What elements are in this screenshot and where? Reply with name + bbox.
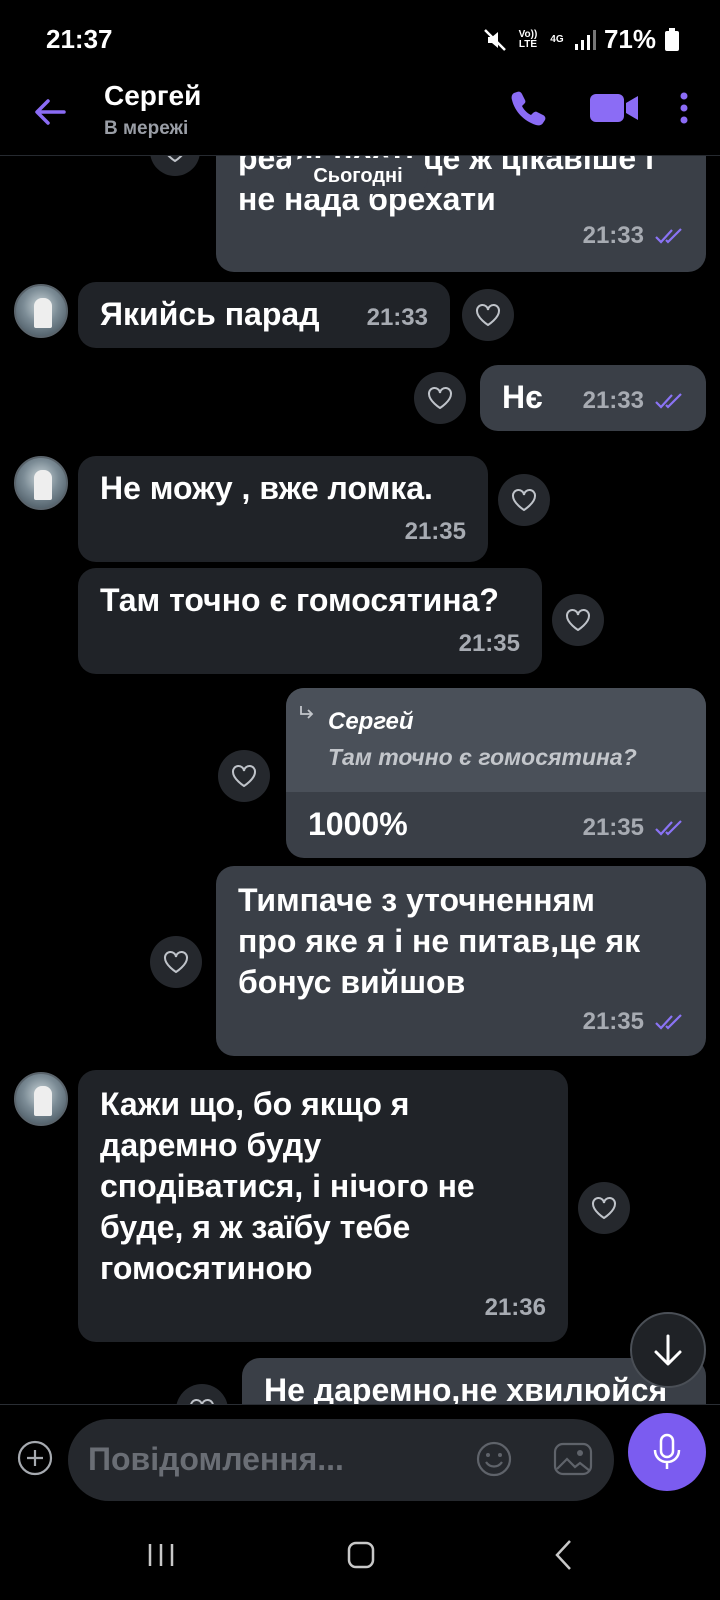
heart-icon: [592, 1197, 616, 1220]
like-button[interactable]: [552, 594, 604, 646]
message-input-placeholder: Повідомлення...: [88, 1441, 344, 1477]
like-button[interactable]: [150, 936, 202, 988]
contact-status: В мережі: [104, 118, 189, 139]
message-text: Тимпаче з уточненням: [238, 882, 595, 918]
like-button[interactable]: [498, 474, 550, 526]
contact-avatar[interactable]: [14, 1072, 68, 1126]
attach-button[interactable]: [16, 1439, 54, 1477]
message-bubble-incoming[interactable]: Якийсь парад 21:33: [78, 282, 450, 348]
read-ticks-icon: [655, 820, 682, 836]
message-input[interactable]: Повідомлення...: [68, 1419, 614, 1501]
message-text: бонус вийшов: [238, 964, 466, 1000]
phone-icon: [511, 91, 546, 126]
message-text: Нє: [502, 379, 543, 415]
home-button[interactable]: [346, 1540, 376, 1575]
message-time: 21:33: [582, 387, 644, 414]
read-ticks-icon: [655, 1014, 682, 1030]
heart-icon: [428, 387, 452, 410]
emoji-button[interactable]: [474, 1439, 514, 1479]
status-icons: Vo)) LTE 4G 71%: [482, 24, 680, 55]
recent-apps-icon: [148, 1544, 174, 1566]
message-composer: Повідомлення...: [0, 1404, 720, 1520]
message-bubble-outgoing[interactable]: Тимпаче з уточненням про яке я і не пита…: [216, 866, 706, 1056]
contact-avatar[interactable]: [14, 284, 68, 338]
message-time: 21:33: [366, 304, 428, 331]
contact-name[interactable]: Сергей: [104, 80, 201, 112]
like-button[interactable]: [414, 372, 466, 424]
date-separator: Сьогодні: [288, 158, 428, 194]
message-time: 21:35: [458, 630, 520, 657]
like-button[interactable]: [150, 156, 200, 176]
video-camera-icon: [590, 94, 638, 122]
message-time: 21:35: [582, 814, 644, 841]
reply-arrow-icon: [300, 706, 314, 719]
voice-record-button[interactable]: [628, 1413, 706, 1491]
heart-icon: [164, 951, 188, 974]
quoted-message[interactable]: Сергей Там точно є гомосятина?: [286, 688, 706, 792]
smiley-icon: [476, 1441, 512, 1477]
microphone-icon: [653, 1433, 681, 1469]
plus-circle-icon: [17, 1440, 53, 1476]
like-button[interactable]: [462, 289, 514, 341]
battery-icon: [665, 27, 679, 51]
volte-label: Vo)) LTE: [518, 28, 538, 50]
chevron-left-icon: [555, 1540, 571, 1570]
heart-icon: [512, 489, 536, 512]
battery-percent: 71%: [603, 24, 656, 54]
message-text: Там точно є гомосятина?: [100, 582, 499, 618]
message-text: про яке я і не питав,це як: [238, 923, 641, 959]
message-text: Кажи що, бо якщо я: [100, 1086, 410, 1122]
scroll-to-bottom-button[interactable]: [630, 1312, 706, 1388]
read-ticks-icon: [655, 228, 682, 244]
video-call-button[interactable]: [588, 90, 640, 126]
arrow-down-icon: [654, 1334, 682, 1366]
status-time: 21:37: [46, 24, 113, 54]
message-bubble-incoming[interactable]: Кажи що, бо якщо я даремно буду сподіват…: [78, 1070, 568, 1342]
read-ticks-icon: [655, 393, 682, 409]
message-bubble-incoming[interactable]: Там точно є гомосятина? 21:35: [78, 568, 542, 674]
system-back-button[interactable]: [552, 1538, 576, 1577]
message-text: буде, я ж заїбу тебе: [100, 1209, 411, 1245]
quote-author: Сергей: [328, 708, 414, 735]
message-list[interactable]: реальності це ж цікавіше і не нада бреха…: [0, 156, 720, 1404]
image-icon: [553, 1442, 593, 1476]
recent-apps-button[interactable]: [146, 1540, 176, 1575]
like-button[interactable]: [578, 1182, 630, 1234]
heart-icon: [476, 304, 500, 327]
message-time: 21:36: [484, 1294, 546, 1321]
gallery-button[interactable]: [552, 1439, 594, 1479]
message-bubble-outgoing[interactable]: Нє 21:33: [480, 365, 706, 431]
back-arrow-icon: [35, 99, 66, 125]
kebab-menu-icon: [680, 92, 688, 124]
message-text: даремно буду: [100, 1127, 322, 1163]
message-bubble-incoming[interactable]: Не можу , вже ломка. 21:35: [78, 456, 488, 562]
heart-icon: [167, 156, 183, 163]
like-button[interactable]: [218, 750, 270, 802]
message-text: Не даремно,не хвилюйся: [264, 1372, 668, 1404]
heart-icon: [566, 609, 590, 632]
signal-icon: [574, 29, 596, 50]
status-bar: 21:37 Vo)) LTE 4G 71%: [0, 0, 720, 80]
system-navigation-bar: [0, 1520, 720, 1600]
message-time: 21:35: [582, 1008, 644, 1035]
message-text: гомосятиною: [100, 1250, 313, 1286]
message-time: 21:35: [404, 518, 466, 545]
network-label: 4G: [550, 33, 564, 45]
message-text: сподіватися, і нічого не: [100, 1168, 475, 1204]
call-button[interactable]: [508, 88, 548, 128]
contact-avatar[interactable]: [14, 456, 68, 510]
message-text: Якийсь парад: [100, 296, 320, 332]
message-time: 21:33: [582, 222, 644, 249]
message-bubble-reply[interactable]: Сергей Там точно є гомосятина? 1000% 21:…: [286, 688, 706, 858]
quote-text: Там точно є гомосятина?: [328, 744, 637, 770]
home-icon: [347, 1541, 375, 1569]
message-text: Не можу , вже ломка.: [100, 470, 433, 506]
back-button[interactable]: [30, 92, 70, 132]
heart-icon: [232, 765, 256, 788]
chat-header: Сергей В мережі: [0, 80, 720, 156]
mute-icon: [484, 28, 506, 51]
more-options-button[interactable]: [672, 88, 696, 128]
message-text: 1000%: [308, 806, 408, 842]
like-button[interactable]: [176, 1384, 228, 1404]
